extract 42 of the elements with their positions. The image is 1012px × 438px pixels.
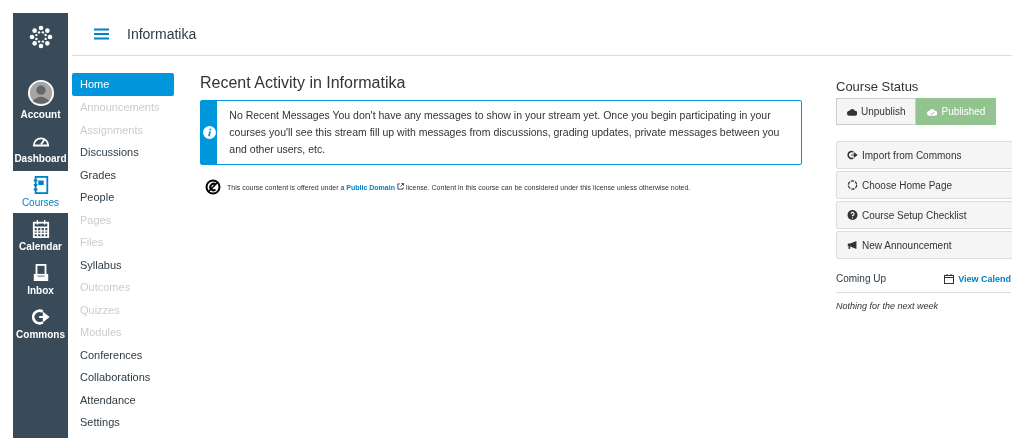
sidebar-action-button[interactable]: New Announcement (836, 231, 1012, 259)
course-title[interactable]: Informatika (127, 26, 197, 42)
external-link-icon (396, 183, 404, 190)
section-title: Course Status (836, 79, 920, 94)
course-nav-item[interactable]: Conferences (72, 343, 174, 366)
view-calendar-link[interactable]: View Calend (944, 273, 1011, 284)
course-nav-item[interactable]: Collaborations (72, 366, 174, 389)
sidebar-action-button[interactable]: Import from Commons (836, 141, 1012, 169)
help-icon (847, 210, 858, 220)
menu-icon[interactable] (94, 28, 109, 40)
check-cloud-icon (927, 106, 938, 117)
course-nav-item[interactable]: People (72, 186, 174, 209)
calendar-icon (31, 220, 50, 238)
logo-icon (28, 25, 53, 49)
cloud-icon (847, 106, 857, 117)
course-nav-item[interactable]: Settings (72, 411, 174, 434)
global-nav-item[interactable]: Account (13, 75, 68, 125)
public-domain-icon (205, 179, 221, 195)
course-nav-item[interactable]: Grades (72, 163, 174, 186)
circle-icon (847, 180, 858, 190)
megaphone-icon (847, 240, 858, 250)
global-nav-item[interactable]: Commons (13, 303, 68, 345)
course-nav-item[interactable]: Attendance (72, 388, 174, 411)
course-nav-item[interactable]: Discussions (72, 141, 174, 164)
sidebar-action-button[interactable]: Course Setup Checklist (836, 201, 1012, 229)
unpublish-button[interactable]: Unpublish (836, 98, 917, 125)
avatar-icon (27, 80, 54, 106)
global-nav-item[interactable]: Courses (13, 171, 68, 213)
sidebar-action-button[interactable]: Choose Home Page (836, 171, 1012, 199)
page-heading: Recent Activity in Informatika (200, 74, 407, 92)
global-nav-item[interactable]: Dashboard (13, 127, 68, 169)
empty-message: Nothing for the next week (836, 301, 940, 311)
notebook-icon (31, 176, 50, 194)
calendar-icon (944, 273, 955, 284)
course-nav-item[interactable]: Syllabus (72, 253, 174, 276)
coming-up-heading: Coming Up (836, 273, 887, 284)
share-arrow-icon (847, 150, 858, 160)
alert-message: No Recent Messages You don't have any messages to show in your stream yet. Once you begin participating in your courses you'll see this stream fill up with messages from discussions, grading updates, private messages between you and other users, etc. (228, 108, 781, 157)
inbox-tray-icon (31, 264, 50, 282)
global-nav-item[interactable]: Calendar (13, 215, 68, 257)
global-nav-item[interactable]: Inbox (13, 259, 68, 301)
share-arrow-icon (31, 308, 50, 326)
